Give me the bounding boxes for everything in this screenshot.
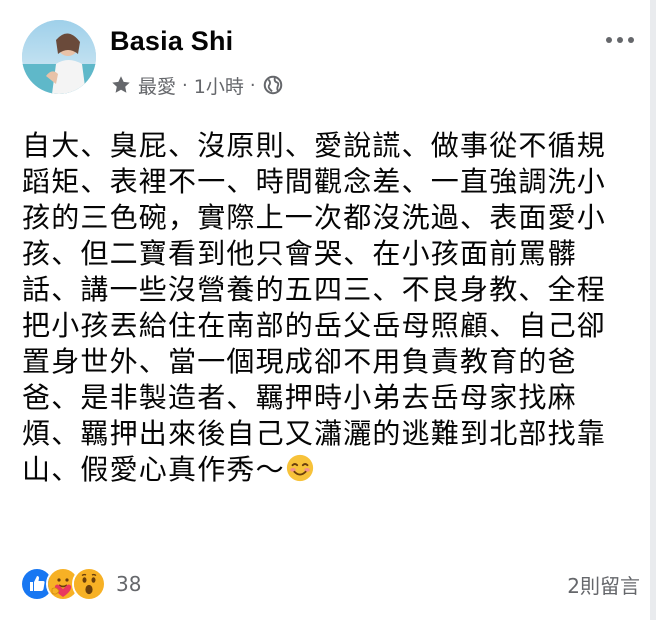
smiling-face-icon xyxy=(286,454,313,482)
post-header: Basia Shi 最愛 · 1小時 · xyxy=(22,20,642,100)
scrollbar-track[interactable] xyxy=(650,0,656,620)
post-content: 自大、臭屁、沒原則、愛說謊、做事從不循規 蹈矩、表裡不一、時間觀念差、一直強調洗… xyxy=(22,128,638,488)
reaction-count[interactable]: 38 xyxy=(116,572,141,596)
meta-separator-2: · xyxy=(249,74,256,96)
author-name[interactable]: Basia Shi xyxy=(110,26,233,57)
reactions-summary[interactable]: 38 xyxy=(20,566,141,602)
star-icon xyxy=(112,76,130,93)
author-avatar[interactable] xyxy=(22,20,96,94)
post-meta: 最愛 · 1小時 · xyxy=(110,72,284,98)
more-options-icon[interactable] xyxy=(600,30,640,50)
meta-separator: · xyxy=(182,74,188,96)
wow-icon xyxy=(72,567,106,601)
globe-icon[interactable] xyxy=(262,74,284,96)
post-text: 自大、臭屁、沒原則、愛說謊、做事從不循規 蹈矩、表裡不一、時間觀念差、一直強調洗… xyxy=(22,129,607,486)
post-category[interactable]: 最愛 xyxy=(138,72,176,99)
comment-count-link[interactable]: 2則留言 xyxy=(567,570,640,599)
post-footer: 38 2則留言 xyxy=(20,566,640,602)
facebook-post: Basia Shi 最愛 · 1小時 · 自大、臭屁、沒原則、愛說謊、做事從不循… xyxy=(0,0,656,620)
post-time[interactable]: 1小時 xyxy=(194,72,244,99)
